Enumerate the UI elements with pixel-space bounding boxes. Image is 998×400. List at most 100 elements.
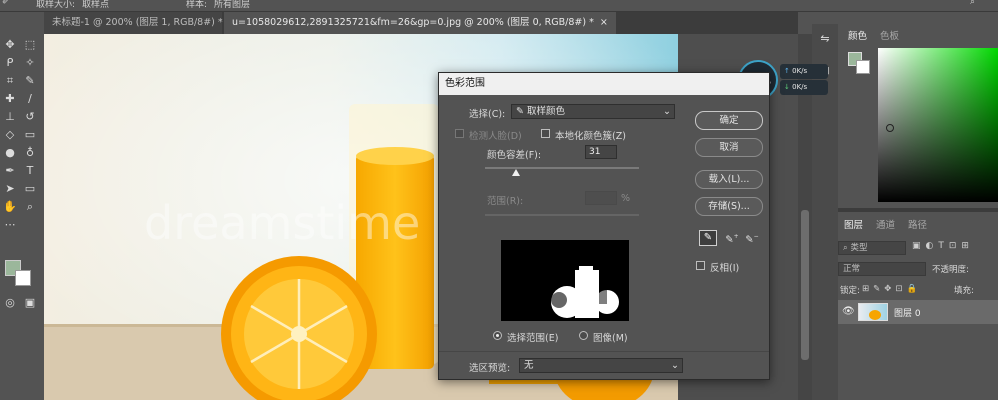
layer-name: 图层 0 [894,309,921,319]
tab-paths[interactable]: 路径 [908,217,927,231]
history-panel-icon[interactable]: ⇋ [817,32,833,46]
brush-tool-icon[interactable]: ∕ [22,92,38,106]
tab-color[interactable]: 颜色 [848,28,867,42]
select-dropdown[interactable]: ✎ 取样颜色 ⌄ [511,104,675,119]
color-panel-background[interactable] [856,60,870,74]
select-label: 选择(C): [469,109,506,120]
upload-rate: ↑ 0K/s [780,64,828,79]
select-value: 取样颜色 [527,106,566,117]
invert-checkbox[interactable] [696,261,705,270]
cancel-button[interactable]: 取消 [695,138,763,157]
clone-stamp-icon[interactable]: ⊥ [2,110,18,124]
layer-filter-value: 类型 [850,243,868,253]
pen-tool-icon[interactable]: ✒ [2,164,18,178]
download-arrow-icon: ↓ [784,83,790,91]
zoom-tool-icon[interactable]: ⌕ [22,200,38,214]
tab-channels[interactable]: 通道 [876,217,895,231]
type-tool-icon[interactable]: T [22,164,38,178]
preview-mode-select[interactable]: 无 ⌄ [519,358,683,373]
layer-filter-select[interactable]: ⌕ 类型 [838,241,906,255]
localized-clusters-checkbox[interactable] [541,129,550,138]
localized-clusters-label: 本地化颜色簇(Z) [555,131,626,142]
layer-filter-icons[interactable]: ▣◐T⊡⊞ [912,241,998,255]
range-input[interactable] [585,191,617,205]
watermark-text: dreamstime [144,196,420,250]
fuzziness-label: 颜色容差(F): [487,150,542,161]
layer-row[interactable]: 👁 图层 0 [838,300,998,324]
healing-brush-icon[interactable]: ✚ [2,92,18,106]
add-eyedropper-icon[interactable]: ✎+ [723,230,741,246]
image-radio[interactable] [579,331,588,340]
eraser-tool-icon[interactable]: ◇ [2,128,18,142]
blend-mode-select[interactable]: 正常 [838,262,926,276]
subtract-eyedropper-icon[interactable]: ✎− [743,230,761,246]
preview-mode-value: 无 [524,360,534,371]
selection-radio-label: 选择范围(E) [507,333,559,344]
shape-tool-icon[interactable]: ▭ [22,182,38,196]
download-unit: K/s [796,83,808,91]
document-tab-bar: 未标题-1 @ 200% (图层 1, RGB/8#) *× u=1058029… [44,12,798,34]
image-radio-label: 图像(M) [593,333,628,344]
eyedropper-icon[interactable]: ✐ [2,0,10,7]
tab-swatches[interactable]: 色板 [880,28,899,42]
screen-mode-icon[interactable]: ▣ [22,296,38,310]
more-tools-icon[interactable]: ⋯ [2,218,18,232]
chevron-down-icon: ⌄ [671,360,679,371]
crop-tool-icon[interactable]: ⌗ [2,74,18,88]
detect-faces-label: 检测人脸(D) [469,131,522,142]
color-picker-field[interactable] [878,48,998,202]
tools-panel: ✥ ⬚ ᑭ ✧ ⌗ ✎ ✚ ∕ ⊥ ↺ ◇ ▭ ● ♁ ✒ T ➤ ▭ ✋ ⌕ … [0,34,44,400]
close-icon[interactable]: × [600,17,608,28]
lasso-tool-icon[interactable]: ᑭ [2,56,18,70]
right-panels: 颜色 色板 图层 通道 路径 ⌕ 类型 ▣◐T⊡⊞ 正常 不透明度: 锁定: ⊞… [838,24,998,400]
fuzziness-slider-track[interactable] [485,167,639,169]
upload-arrow-icon: ↑ [784,67,790,75]
upload-unit: K/s [796,67,808,75]
range-slider-track[interactable] [485,214,639,216]
save-button[interactable]: 存储(S)... [695,197,763,216]
fuzziness-input[interactable]: 31 [585,145,617,159]
color-range-dialog: 色彩范围 选择(C): ✎ 取样颜色 ⌄ 检测人脸(D) 本地化颜色簇(Z) 颜… [438,72,770,380]
tab-layers[interactable]: 图层 [844,217,863,231]
eyedropper-tool-icon[interactable]: ✎ [22,74,38,88]
selection-mask-image [551,266,619,318]
color-picker-cursor[interactable] [886,124,894,132]
opacity-label: 不透明度: [932,265,969,275]
download-rate: ↓ 0K/s [780,80,828,95]
hand-tool-icon[interactable]: ✋ [2,200,18,214]
search-icon[interactable]: ⌕ [970,0,975,7]
chevron-down-icon: ⌄ [663,106,671,117]
sample-size-select[interactable]: 取样点 [82,0,109,10]
dodge-tool-icon[interactable]: ♁ [22,146,38,160]
load-button[interactable]: 载入(L)... [695,170,763,189]
magic-wand-icon[interactable]: ✧ [22,56,38,70]
detect-faces-checkbox[interactable] [455,129,464,138]
sample-eyedropper-icon: ✎ [516,106,524,117]
lock-label: 锁定: [840,286,860,296]
eyedropper-icon[interactable]: ✎ [699,230,717,246]
gradient-tool-icon[interactable]: ▭ [22,128,38,142]
tab-untitled[interactable]: 未标题-1 @ 200% (图层 1, RGB/8#) *× [44,12,237,34]
fuzziness-slider-thumb[interactable] [511,169,520,176]
tab-label: 未标题-1 @ 200% (图层 1, RGB/8#) * [52,17,223,28]
blur-tool-icon[interactable]: ● [2,146,18,160]
marquee-tool-icon[interactable]: ⬚ [22,38,38,52]
thumbnail-orange [869,310,881,320]
ok-button[interactable]: 确定 [695,111,763,130]
tab-label: u=1058029612,2891325721&fm=26&gp=0.jpg @… [232,17,594,28]
path-selection-icon[interactable]: ➤ [2,182,18,196]
selection-radio[interactable] [493,331,502,340]
lock-icons[interactable]: ⊞✎✥⊡🔒 [862,284,932,296]
scrollbar-thumb[interactable] [801,210,809,360]
background-color-swatch[interactable] [15,270,31,286]
move-tool-icon[interactable]: ✥ [2,38,18,52]
selection-preview-thumbnail [501,240,629,321]
sample-select[interactable]: 所有图层 [214,0,250,10]
visibility-eye-icon[interactable]: 👁 [842,306,855,317]
layer-thumbnail [858,303,888,321]
tab-orange-jpg[interactable]: u=1058029612,2891325721&fm=26&gp=0.jpg @… [224,12,616,34]
history-brush-icon[interactable]: ↺ [22,110,38,124]
quick-mask-icon[interactable]: ◎ [2,296,18,310]
panel-divider [838,208,998,212]
sample-size-label: 取样大小: [36,0,76,10]
